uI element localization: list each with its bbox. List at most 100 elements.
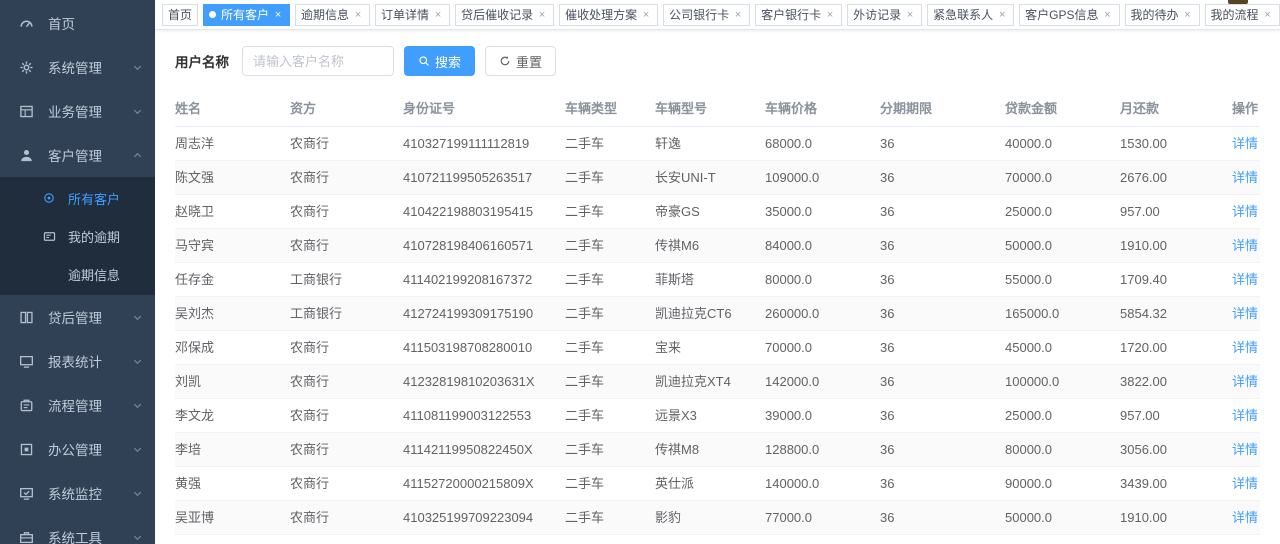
table-cell: 农商行 bbox=[290, 195, 403, 229]
close-icon[interactable]: × bbox=[536, 9, 548, 21]
close-icon[interactable]: × bbox=[824, 9, 836, 21]
tab-all-customers[interactable]: 所有客户× bbox=[203, 4, 290, 26]
tab-my-todo[interactable]: 我的待办× bbox=[1125, 4, 1200, 26]
close-icon[interactable]: × bbox=[1262, 9, 1274, 21]
table-cell: 410327199111112819 bbox=[403, 127, 565, 161]
table-cell: 25000.0 bbox=[1005, 399, 1120, 433]
table-cell: 411402199208167372 bbox=[403, 263, 565, 297]
circle-icon bbox=[43, 192, 57, 204]
table-cell: 工商银行 bbox=[290, 297, 403, 331]
sidebar-item-overdue-info[interactable]: 逾期信息 bbox=[0, 255, 155, 293]
table-cell: 农商行 bbox=[290, 127, 403, 161]
search-button-label: 搜索 bbox=[435, 52, 461, 71]
detail-link[interactable]: 详情 bbox=[1232, 340, 1258, 355]
table-cell bbox=[290, 535, 403, 544]
sidebar-item-system-tools[interactable]: 系统工具 bbox=[0, 515, 155, 544]
column-header: 分期期限 bbox=[880, 89, 1005, 127]
close-icon[interactable]: × bbox=[1182, 9, 1194, 21]
sidebar-item-system-monitor[interactable]: 系统监控 bbox=[0, 471, 155, 515]
sidebar-item-home[interactable]: 首页 bbox=[0, 1, 155, 45]
detail-link[interactable]: 详情 bbox=[1232, 170, 1258, 185]
table-cell: 50000.0 bbox=[1005, 501, 1120, 535]
detail-link[interactable]: 详情 bbox=[1232, 306, 1258, 321]
detail-link[interactable]: 详情 bbox=[1232, 272, 1258, 287]
table-cell: 吴亚博 bbox=[175, 501, 290, 535]
sidebar-item-customer-mgmt[interactable]: 客户管理 bbox=[0, 133, 155, 177]
tab-order-detail[interactable]: 订单详情× bbox=[375, 4, 450, 26]
detail-link[interactable]: 详情 bbox=[1232, 442, 1258, 457]
table-cell bbox=[565, 535, 655, 544]
search-label: 用户名称 bbox=[175, 51, 229, 71]
detail-link[interactable]: 详情 bbox=[1232, 408, 1258, 423]
detail-link[interactable]: 详情 bbox=[1232, 238, 1258, 253]
detail-link[interactable]: 详情 bbox=[1232, 374, 1258, 389]
close-icon[interactable]: × bbox=[996, 9, 1008, 21]
table-cell: 36 bbox=[880, 263, 1005, 297]
detail-link[interactable]: 详情 bbox=[1232, 510, 1258, 525]
sidebar-item-office-mgmt[interactable]: 办公管理 bbox=[0, 427, 155, 471]
sidebar-item-business-mgmt[interactable]: 业务管理 bbox=[0, 89, 155, 133]
tab-emergency-contacts[interactable]: 紧急联系人× bbox=[927, 4, 1014, 26]
table-cell: 36 bbox=[880, 399, 1005, 433]
tab-collection-plan[interactable]: 催收处理方案× bbox=[559, 4, 658, 26]
reset-button[interactable]: 重置 bbox=[485, 46, 556, 76]
close-icon[interactable]: × bbox=[904, 9, 916, 21]
table-cell-action: 详情 bbox=[1220, 365, 1260, 399]
table-cell: 长安UNI-T bbox=[655, 161, 765, 195]
table-cell bbox=[655, 535, 765, 544]
sidebar-item-process-mgmt[interactable]: 流程管理 bbox=[0, 383, 155, 427]
table-cell: 二手车 bbox=[565, 297, 655, 331]
tab-my-process[interactable]: 我的流程× bbox=[1205, 4, 1280, 26]
tab-label: 所有客户 bbox=[221, 6, 269, 23]
table-row: 刘凯农商行41232819810203631X二手车凯迪拉克XT4142000.… bbox=[175, 365, 1260, 399]
book-icon bbox=[19, 310, 35, 325]
close-icon[interactable]: × bbox=[732, 9, 744, 21]
table-cell: 2676.00 bbox=[1120, 161, 1220, 195]
detail-link[interactable]: 详情 bbox=[1232, 476, 1258, 491]
table-cell-action: 详情 bbox=[1220, 331, 1260, 365]
sidebar-item-system-mgmt[interactable]: 系统管理 bbox=[0, 45, 155, 89]
column-header: 资方 bbox=[290, 89, 403, 127]
table-row: 周志洋农商行410327199111112819二手车轩逸68000.03640… bbox=[175, 127, 1260, 161]
table-cell: 84000.0 bbox=[765, 229, 880, 263]
table-cell: 1709.40 bbox=[1120, 263, 1220, 297]
sidebar-item-report-stats[interactable]: 报表统计 bbox=[0, 339, 155, 383]
sidebar-item-my-overdue[interactable]: 我的逾期 bbox=[0, 217, 155, 255]
detail-link[interactable]: 详情 bbox=[1232, 204, 1258, 219]
tab-visit-records[interactable]: 外访记录× bbox=[847, 4, 922, 26]
tab-collection-records[interactable]: 贷后催收记录× bbox=[455, 4, 554, 26]
table-row: 黄强农商行41152720000215809X二手车英仕派140000.0369… bbox=[175, 467, 1260, 501]
close-icon[interactable]: × bbox=[352, 9, 364, 21]
search-input[interactable] bbox=[242, 46, 394, 76]
sidebar-item-label: 业务管理 bbox=[48, 101, 132, 121]
close-icon[interactable]: × bbox=[432, 9, 444, 21]
table-cell: 140000.0 bbox=[765, 467, 880, 501]
tab-company-bank-card[interactable]: 公司银行卡× bbox=[663, 4, 750, 26]
tab-customer-bank-card[interactable]: 客户银行卡× bbox=[755, 4, 842, 26]
close-icon[interactable]: × bbox=[640, 9, 652, 21]
close-icon[interactable]: × bbox=[272, 9, 284, 21]
table-cell: 3439.00 bbox=[1120, 467, 1220, 501]
table-cell: 农商行 bbox=[290, 399, 403, 433]
customer-table: 姓名资方身份证号车辆类型车辆型号车辆价格分期期限贷款金额月还款操作 周志洋农商行… bbox=[175, 89, 1260, 544]
sidebar-item-loan-mgmt[interactable]: 贷后管理 bbox=[0, 295, 155, 339]
table-cell: 1910.00 bbox=[1120, 229, 1220, 263]
dashboard-icon bbox=[19, 16, 35, 31]
sidebar-item-all-customers[interactable]: 所有客户 bbox=[0, 179, 155, 217]
table-cell: 二手车 bbox=[565, 399, 655, 433]
chevron-down-icon bbox=[132, 312, 143, 323]
table-cell: 100000.0 bbox=[1005, 365, 1120, 399]
search-button[interactable]: 搜索 bbox=[404, 46, 475, 76]
tab-home[interactable]: 首页 bbox=[162, 4, 198, 26]
close-icon[interactable]: × bbox=[1102, 9, 1114, 21]
tab-customer-gps[interactable]: 客户GPS信息× bbox=[1019, 4, 1119, 26]
avatar-fragment bbox=[1228, 0, 1248, 4]
column-header: 车辆类型 bbox=[565, 89, 655, 127]
grid-icon bbox=[19, 104, 35, 119]
tab-overdue-info[interactable]: 逾期信息× bbox=[295, 4, 370, 26]
detail-link[interactable]: 详情 bbox=[1232, 136, 1258, 151]
tab-label: 公司银行卡 bbox=[669, 6, 729, 23]
table-row: 马守宾农商行410728198406160571二手车传祺M684000.036… bbox=[175, 229, 1260, 263]
table-cell: 农商行 bbox=[290, 161, 403, 195]
reset-button-label: 重置 bbox=[516, 52, 542, 71]
